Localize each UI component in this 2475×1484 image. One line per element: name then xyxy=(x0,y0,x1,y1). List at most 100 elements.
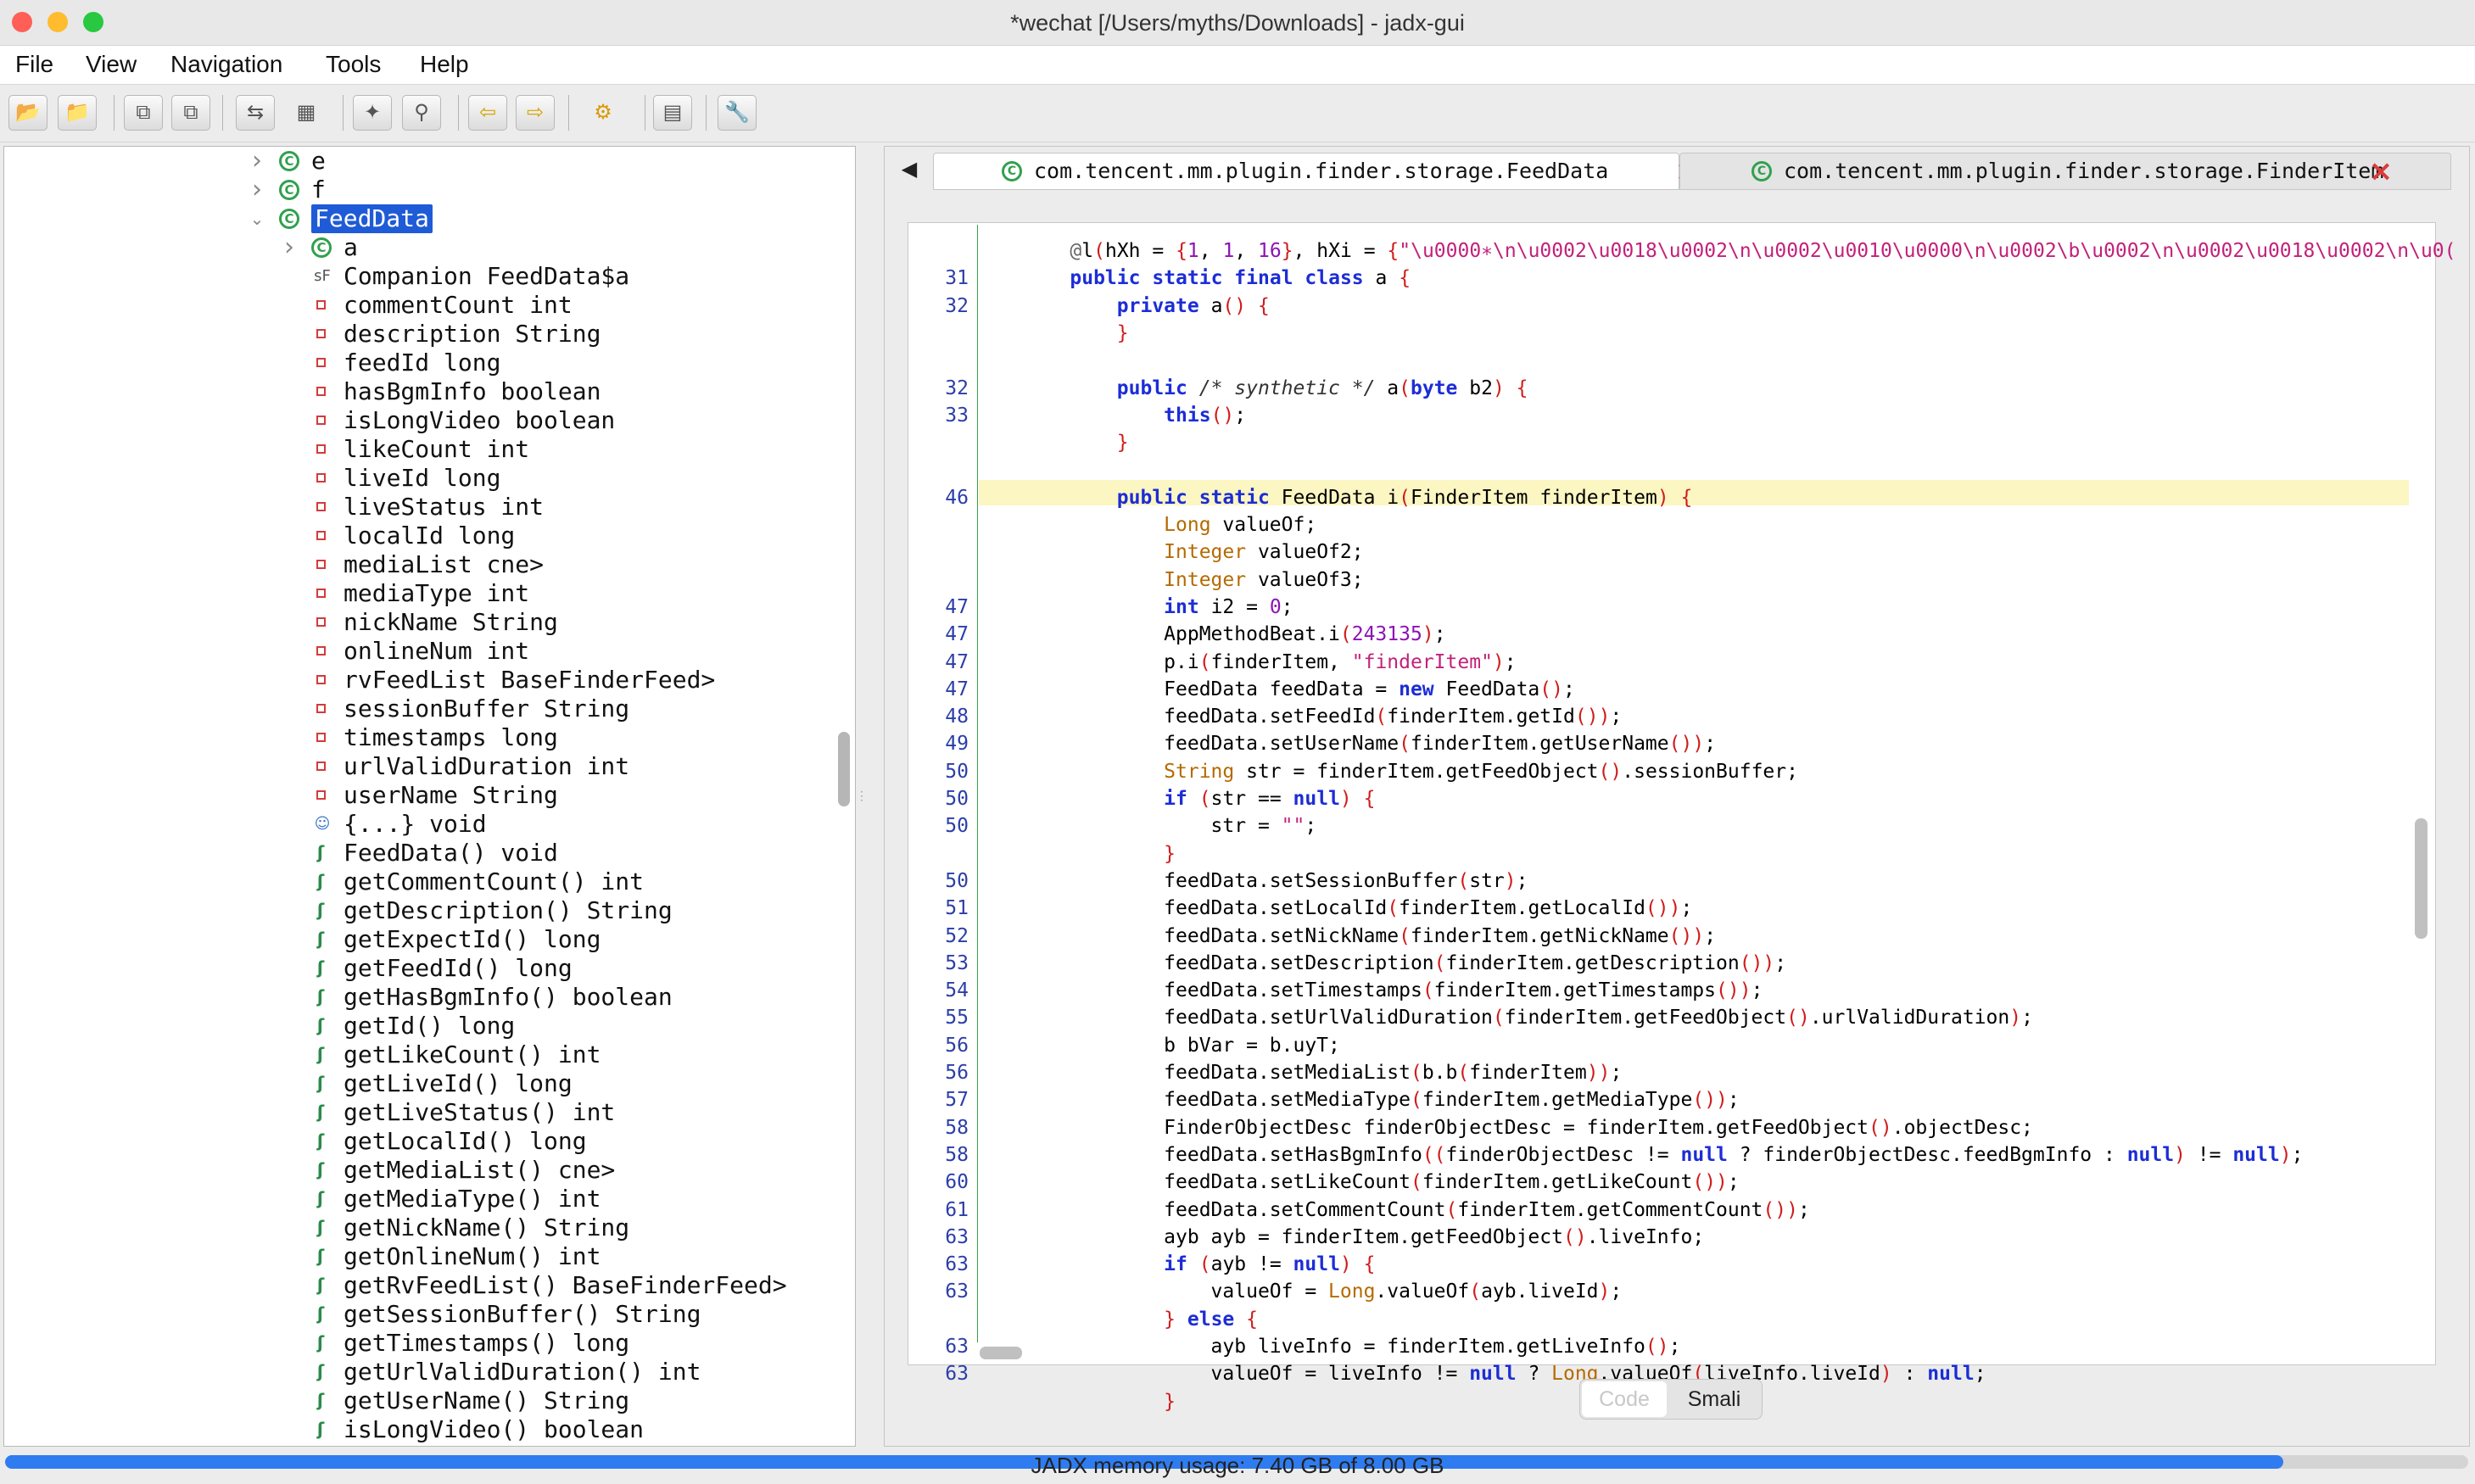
code-line[interactable]: 53 feedData.setDescription(finderItem.ge… xyxy=(908,951,2409,976)
tree-node-field[interactable]: commentCount int xyxy=(4,291,855,320)
tree-node-field[interactable]: isLongVideo boolean xyxy=(4,406,855,435)
chevron-down-icon[interactable]: ⌄ xyxy=(249,204,265,233)
tree-node-method[interactable]: ʃ getHasBgmInfo() boolean xyxy=(4,983,855,1012)
code-line[interactable]: Integer valueOf3; xyxy=(908,567,2409,593)
code-line[interactable]: 50 str = ""; xyxy=(908,813,2409,839)
code-line[interactable] xyxy=(908,348,2409,373)
menu-navigation[interactable]: Navigation xyxy=(170,51,282,78)
close-tab-icon[interactable]: × xyxy=(2367,153,2394,189)
tree-node-field[interactable]: rvFeedList BaseFinderFeed> xyxy=(4,666,855,695)
tree-node-field[interactable]: mediaList cne> xyxy=(4,550,855,579)
tree-node-class[interactable]: › Cf xyxy=(4,176,855,204)
tree-node-method[interactable]: ʃ getMediaType() int xyxy=(4,1185,855,1213)
tree-node-field[interactable]: onlineNum int xyxy=(4,637,855,666)
tree-node-method[interactable]: ʃ getSessionBuffer() String xyxy=(4,1300,855,1329)
tab-feeddata[interactable]: C com.tencent.mm.plugin.finder.storage.F… xyxy=(933,153,1699,190)
tree-node-class[interactable]: › Ce xyxy=(4,147,855,176)
tree-node-field[interactable]: feedId long xyxy=(4,349,855,377)
code-line[interactable]: 33 this(); xyxy=(908,403,2409,428)
add-files-icon[interactable]: 📁 xyxy=(58,95,97,131)
tree-scrollbar-thumb[interactable] xyxy=(838,732,850,806)
code-line[interactable]: 54 feedData.setTimestamps(finderItem.get… xyxy=(908,978,2409,1003)
code-line[interactable]: 63 ayb ayb = finderItem.getFeedObject().… xyxy=(908,1225,2409,1250)
menu-tools[interactable]: Tools xyxy=(326,51,381,78)
tree-node-class[interactable]: ⌄ C FeedData xyxy=(4,204,855,233)
tree-node-method[interactable]: ʃ getUserName() String xyxy=(4,1386,855,1415)
smali-view-button[interactable]: Smali xyxy=(1668,1381,1760,1417)
code-line[interactable]: 50 feedData.setSessionBuffer(str); xyxy=(908,868,2409,894)
preferences-icon[interactable]: 🔧 xyxy=(718,95,757,131)
tree-node-method[interactable]: ʃ getTimestamps() long xyxy=(4,1329,855,1358)
menu-file[interactable]: File xyxy=(15,51,53,78)
code-line[interactable]: } else { xyxy=(908,1307,2409,1332)
tab-scroll-left-icon[interactable]: ◀ xyxy=(892,153,926,187)
code-line[interactable]: 63 ayb liveInfo = finderItem.getLiveInfo… xyxy=(908,1334,2409,1359)
tree-node-method[interactable]: ʃ getId() long xyxy=(4,1012,855,1040)
tree-node-method[interactable]: ʃ getLiveId() long xyxy=(4,1069,855,1098)
tree-node-method[interactable]: ʃ getOnlineNum() int xyxy=(4,1242,855,1271)
code-line[interactable]: 50 String str = finderItem.getFeedObject… xyxy=(908,759,2409,784)
tree-node-field[interactable]: userName String xyxy=(4,781,855,810)
tree-node-field[interactable]: hasBgmInfo boolean xyxy=(4,377,855,406)
code-line[interactable]: 61 feedData.setCommentCount(finderItem.g… xyxy=(908,1197,2409,1223)
chevron-right-icon[interactable]: › xyxy=(281,233,298,262)
tree-node-field[interactable]: sessionBuffer String xyxy=(4,695,855,723)
code-line[interactable]: 60 feedData.setLikeCount(finderItem.getL… xyxy=(908,1169,2409,1195)
sync-icon[interactable]: ⇆ xyxy=(236,95,275,131)
tree-node-field[interactable]: timestamps long xyxy=(4,723,855,752)
flatten-packages-icon[interactable]: ▦ xyxy=(287,95,326,131)
tree-node-field[interactable]: localId long xyxy=(4,522,855,550)
tree-node-method[interactable]: ʃ getLikeCount() int xyxy=(4,1040,855,1069)
menu-view[interactable]: View xyxy=(86,51,137,78)
code-line[interactable]: 56 b bVar = b.uyT; xyxy=(908,1033,2409,1058)
tree-node-method[interactable]: ʃ getCommentCount() int xyxy=(4,868,855,896)
code-line[interactable]: 56 feedData.setMediaList(b.b(finderItem)… xyxy=(908,1060,2409,1085)
code-line[interactable]: 47 FeedData feedData = new FeedData(); xyxy=(908,677,2409,702)
tree-node-class[interactable]: › Ca xyxy=(4,233,855,262)
tree-node-method[interactable]: ʃ getDescription() String xyxy=(4,896,855,925)
code-line[interactable]: 63 valueOf = Long.valueOf(ayb.liveId); xyxy=(908,1279,2409,1304)
code-view-button[interactable]: Code xyxy=(1582,1381,1667,1417)
tree-node-method[interactable]: ʃ getExpectId() long xyxy=(4,925,855,954)
tree-node-method[interactable]: ʃ getRvFeedList() BaseFinderFeed> xyxy=(4,1271,855,1300)
code-line[interactable]: 47 p.i(finderItem, "finderItem"); xyxy=(908,650,2409,675)
code-line[interactable]: 31 public static final class a { xyxy=(908,265,2409,291)
code-line[interactable] xyxy=(908,457,2409,483)
save-all-icon[interactable]: ⧉ xyxy=(124,95,163,131)
code-line[interactable]: @l(hXh = {1, 1, 16}, hXi = {"\u0000∗\n\u… xyxy=(908,238,2455,264)
find-class-icon[interactable]: ⚲ xyxy=(402,95,441,131)
log-viewer-icon[interactable]: ▤ xyxy=(653,95,692,131)
code-line[interactable]: 47 AppMethodBeat.i(243135); xyxy=(908,622,2409,647)
code-line[interactable]: 46 public static FeedData i(FinderItem f… xyxy=(908,485,2409,510)
tree-node-field[interactable]: nickName String xyxy=(4,608,855,637)
code-line[interactable]: 58 FinderObjectDesc finderObjectDesc = f… xyxy=(908,1115,2409,1141)
code-line[interactable]: 51 feedData.setLocalId(finderItem.getLoc… xyxy=(908,895,2409,921)
tree-node-field[interactable]: urlValidDuration int xyxy=(4,752,855,781)
tree-node-method[interactable]: ʃ getUrlValidDuration() int xyxy=(4,1358,855,1386)
code-line[interactable]: 58 feedData.setHasBgmInfo((finderObjectD… xyxy=(908,1142,2409,1168)
tree-node-field[interactable]: description String xyxy=(4,320,855,349)
class-tree-panel[interactable]: › Ce › Cf ⌄ C FeedData › Ca sF Companion FeedData$… xyxy=(3,146,856,1447)
forward-icon[interactable]: ⇨ xyxy=(516,95,555,131)
tree-node-method[interactable]: ʃ isLongVideo() boolean xyxy=(4,1415,855,1444)
code-line[interactable]: 47 int i2 = 0; xyxy=(908,594,2409,620)
export-icon[interactable]: ⧉ xyxy=(171,95,210,131)
code-line[interactable]: 55 feedData.setUrlValidDuration(finderIt… xyxy=(908,1005,2409,1030)
code-line[interactable]: Long valueOf; xyxy=(908,512,2409,538)
code-line[interactable]: 32 public /* synthetic */ a(byte b2) { xyxy=(908,376,2409,401)
tree-node-method[interactable]: ʃ getMediaList() cne> xyxy=(4,1156,855,1185)
tree-node-field[interactable]: liveId long xyxy=(4,464,855,493)
menu-help[interactable]: Help xyxy=(420,51,469,78)
code-line[interactable]: Integer valueOf2; xyxy=(908,539,2409,565)
code-line[interactable]: } xyxy=(908,841,2409,867)
divider-grip-icon[interactable]: ⋮ xyxy=(856,789,868,804)
code-line[interactable]: 63 if (ayb != null) { xyxy=(908,1252,2409,1277)
code-line[interactable]: } xyxy=(908,321,2409,346)
code-line[interactable]: 49 feedData.setUserName(finderItem.getUs… xyxy=(908,731,2409,756)
code-horizontal-scrollbar-thumb[interactable] xyxy=(980,1347,1022,1359)
tree-node-method[interactable]: ʃ getFeedId() long xyxy=(4,954,855,983)
tree-node-field[interactable]: liveStatus int xyxy=(4,493,855,522)
tree-node-method[interactable]: ʃ getNickName() String xyxy=(4,1213,855,1242)
tree-node-method[interactable]: ʃ getLiveStatus() int xyxy=(4,1098,855,1127)
deobfuscation-icon[interactable]: ⚙ xyxy=(584,95,623,131)
